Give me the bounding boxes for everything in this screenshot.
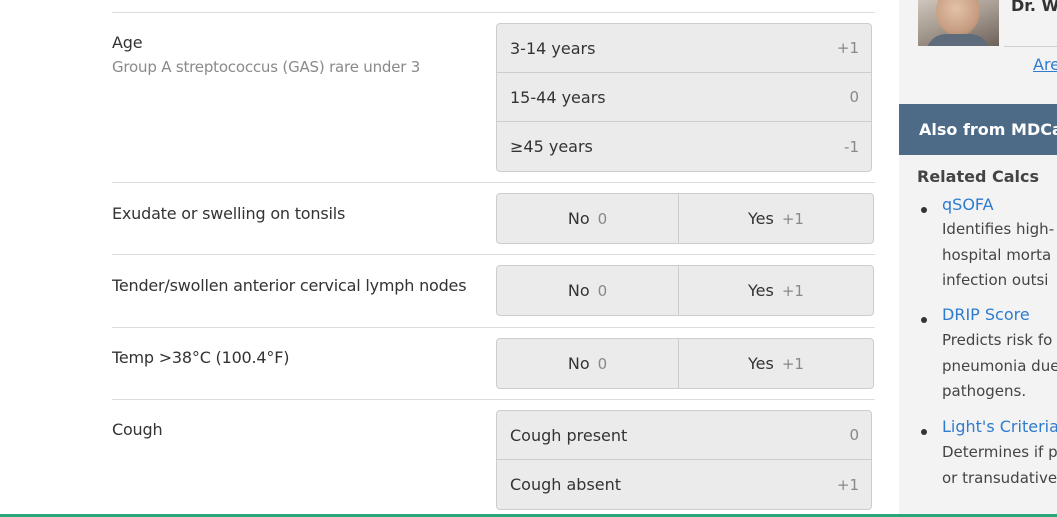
related-desc-lights: Determines if p or transudative bbox=[942, 443, 1057, 487]
divider bbox=[112, 399, 875, 400]
temp-yes-button[interactable]: Yes +1 bbox=[679, 339, 873, 388]
age-options: 3-14 years +1 15-44 years 0 ≥45 years -1 bbox=[496, 23, 872, 172]
cough-option-absent[interactable]: Cough absent +1 bbox=[497, 460, 871, 509]
are-link[interactable]: Are bbox=[1033, 55, 1057, 74]
shirt bbox=[926, 34, 990, 46]
related-desc-drip: Predicts risk fo pneumonia due pathogens… bbox=[942, 331, 1057, 400]
temp-label: Temp >38°C (100.4°F) bbox=[112, 348, 290, 367]
age-option-3-14[interactable]: 3-14 years +1 bbox=[497, 24, 871, 73]
related-link-drip[interactable]: DRIP Score bbox=[942, 305, 1030, 324]
divider bbox=[112, 327, 875, 328]
option-points: 0 bbox=[849, 426, 859, 444]
option-label: Cough absent bbox=[510, 475, 622, 494]
option-points: +1 bbox=[836, 39, 859, 57]
cough-label: Cough bbox=[112, 420, 163, 439]
bullet-icon bbox=[921, 429, 927, 435]
no-points: 0 bbox=[597, 281, 608, 300]
sidebar-rule bbox=[1004, 46, 1057, 47]
no-points: 0 bbox=[597, 209, 608, 228]
exudate-toggle: No 0 Yes +1 bbox=[496, 193, 874, 244]
option-points: +1 bbox=[836, 475, 859, 494]
related-link-qsofa[interactable]: qSOFA bbox=[942, 195, 994, 214]
divider bbox=[112, 182, 875, 183]
no-label: No bbox=[567, 354, 590, 373]
option-label: Cough present bbox=[510, 425, 628, 445]
no-points: 0 bbox=[597, 354, 608, 373]
yes-points: +1 bbox=[781, 209, 804, 228]
bullet-icon bbox=[921, 207, 927, 213]
age-option-15-44[interactable]: 15-44 years 0 bbox=[497, 73, 871, 122]
related-link-lights[interactable]: Light's Criteria bbox=[942, 417, 1057, 436]
lymph-nodes-label: Tender/swollen anterior cervical lymph n… bbox=[112, 276, 467, 295]
exudate-yes-button[interactable]: Yes +1 bbox=[679, 194, 873, 243]
bullet-icon bbox=[921, 317, 927, 323]
also-from-header: Also from MDCalc bbox=[899, 104, 1057, 155]
option-label: 3-14 years bbox=[510, 38, 596, 58]
exudate-no-button[interactable]: No 0 bbox=[497, 194, 679, 243]
option-label: 15-44 years bbox=[510, 87, 606, 107]
cough-option-present[interactable]: Cough present 0 bbox=[497, 411, 871, 460]
yes-label: Yes bbox=[748, 209, 774, 228]
yes-points: +1 bbox=[781, 281, 804, 300]
yes-label: Yes bbox=[748, 281, 774, 300]
lymph-nodes-toggle: No 0 Yes +1 bbox=[496, 265, 874, 316]
temp-toggle: No 0 Yes +1 bbox=[496, 338, 874, 389]
option-points: 0 bbox=[849, 88, 859, 106]
age-option-45-plus[interactable]: ≥45 years -1 bbox=[497, 122, 871, 171]
exudate-label: Exudate or swelling on tonsils bbox=[112, 204, 346, 223]
no-label: No bbox=[567, 209, 590, 228]
related-desc-qsofa: Identifies high- hospital morta infectio… bbox=[942, 220, 1055, 289]
divider bbox=[112, 254, 875, 255]
related-calcs-title: Related Calcs bbox=[917, 167, 1040, 186]
option-label: ≥45 years bbox=[510, 137, 593, 156]
option-points: -1 bbox=[844, 137, 859, 156]
age-sublabel: Group A streptococcus (GAS) rare under 3 bbox=[112, 58, 421, 76]
temp-no-button[interactable]: No 0 bbox=[497, 339, 679, 388]
age-label: Age bbox=[112, 33, 143, 52]
lymph-nodes-yes-button[interactable]: Yes +1 bbox=[679, 266, 873, 315]
lymph-nodes-no-button[interactable]: No 0 bbox=[497, 266, 679, 315]
doctor-name: Dr. Wa bbox=[1011, 0, 1057, 15]
no-label: No bbox=[567, 281, 590, 300]
divider-top bbox=[112, 12, 875, 13]
author-photo bbox=[918, 0, 999, 46]
cough-options: Cough present 0 Cough absent +1 bbox=[496, 410, 872, 510]
yes-label: Yes bbox=[748, 354, 774, 373]
face bbox=[936, 0, 980, 36]
yes-points: +1 bbox=[781, 354, 804, 373]
